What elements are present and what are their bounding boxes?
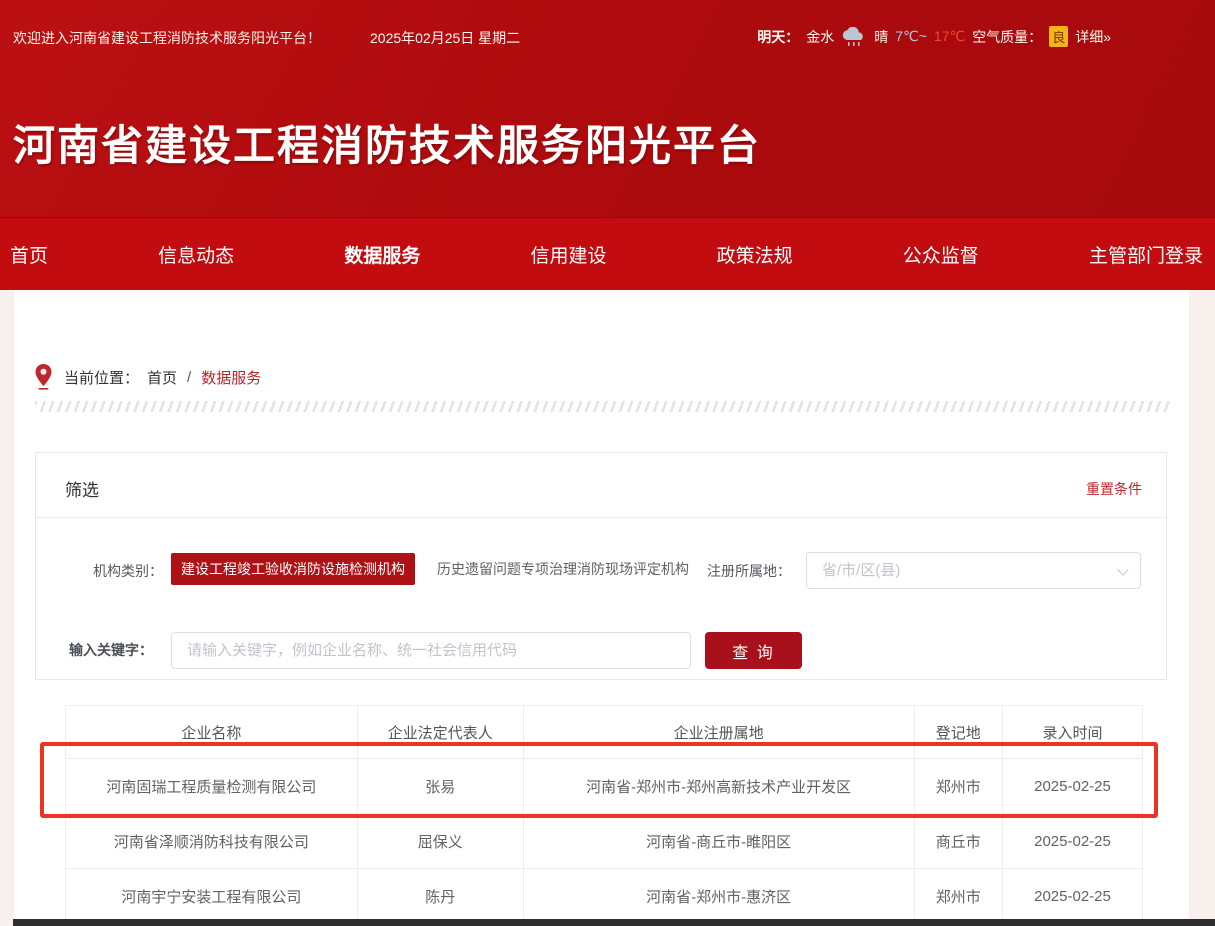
breadcrumb-current-link[interactable]: 数据服务 [201,367,261,388]
breadcrumb-label: 当前位置： [64,367,139,388]
weather-detail-link[interactable]: 详细» [1075,27,1111,47]
region-label: 注册所属地： [707,561,791,581]
table-cell: 河南省-郑州市-郑州高新技术产业开发区 [523,759,914,814]
category-label: 机构类别： [93,561,163,581]
location-pin-icon [35,364,52,390]
table-cell: 郑州市 [914,759,1002,814]
weather-widget: 明天： 金水 晴 7℃~ 17℃ 空气质量： 良 详细» [757,26,1111,47]
breadcrumb-separator: / [187,369,191,386]
search-button[interactable]: 查 询 [705,632,802,669]
topbar: 欢迎进入河南省建设工程消防技术服务阳光平台！ 2025年02月25日 星期二 明… [0,26,1215,48]
filter-header: 筛选 重置条件 [36,453,1166,518]
temp-high: 17℃ [934,28,965,45]
results-table: 企业名称企业法定代表人企业注册属地登记地录入时间 河南固瑞工程质量检测有限公司张… [65,705,1143,924]
table-head: 企业名称企业法定代表人企业注册属地登记地录入时间 [66,706,1143,759]
chevron-down-icon [1119,566,1128,575]
table-cell: 商丘市 [914,814,1002,869]
table-cell: 陈丹 [357,869,523,924]
nav-item-data-service[interactable]: 数据服务 [344,241,420,268]
table-header-row: 企业名称企业法定代表人企业注册属地登记地录入时间 [66,706,1143,759]
air-quality-label: 空气质量： [972,27,1042,47]
temp-low: 7℃~ [895,28,927,45]
column-header: 录入时间 [1002,706,1142,759]
table-cell: 2025-02-25 [1002,869,1142,924]
filter-title: 筛选 [65,476,99,501]
region-select-placeholder: 省/市/区(县) [822,553,900,588]
table-cell: 屈保义 [357,814,523,869]
table-cell: 河南省-商丘市-睢阳区 [523,814,914,869]
column-header: 企业注册属地 [523,706,914,759]
air-quality-badge: 良 [1049,26,1068,47]
table-cell: 河南省泽顺消防科技有限公司 [66,814,358,869]
nav-item-dept-login[interactable]: 主管部门登录 [1089,241,1203,268]
table-cell: 张易 [357,759,523,814]
category-options: 建设工程竣工验收消防设施检测机构历史遗留问题专项治理消防现场评定机构 [171,553,699,585]
nav-item-news[interactable]: 信息动态 [158,241,234,268]
main-nav: 首页 信息动态 数据服务 信用建设 政策法规 公众监督 主管部门登录 [0,217,1215,290]
breadcrumb-home-link[interactable]: 首页 [147,367,177,388]
category-option-assessment-agency[interactable]: 历史遗留问题专项治理消防现场评定机构 [427,553,699,585]
column-header: 企业名称 [66,706,358,759]
page-title: 河南省建设工程消防技术服务阳光平台 [13,112,761,173]
weather-district: 金水 [806,27,834,47]
table-cell: 2025-02-25 [1002,814,1142,869]
weather-condition: 晴 [874,27,888,47]
table-row[interactable]: 河南省泽顺消防科技有限公司屈保义河南省-商丘市-睢阳区商丘市2025-02-25 [66,814,1143,869]
table-cell: 2025-02-25 [1002,759,1142,814]
table-row-highlighted[interactable]: 河南固瑞工程质量检测有限公司张易河南省-郑州市-郑州高新技术产业开发区郑州市20… [66,759,1143,814]
nav-item-home[interactable]: 首页 [10,241,48,268]
nav-item-credit[interactable]: 信用建设 [530,241,606,268]
filter-panel: 筛选 重置条件 机构类别： 建设工程竣工验收消防设施检测机构历史遗留问题专项治理… [35,452,1167,680]
bottom-dark-bar [13,919,1215,926]
table-body: 河南固瑞工程质量检测有限公司张易河南省-郑州市-郑州高新技术产业开发区郑州市20… [66,759,1143,924]
keyword-input[interactable] [171,632,691,669]
table-cell: 河南宇宁安装工程有限公司 [66,869,358,924]
site-header: 欢迎进入河南省建设工程消防技术服务阳光平台！ 2025年02月25日 星期二 明… [0,0,1215,217]
column-header: 登记地 [914,706,1002,759]
weather-tomorrow-label: 明天： [757,27,799,47]
column-header: 企业法定代表人 [357,706,523,759]
nav-item-supervision[interactable]: 公众监督 [903,241,979,268]
breadcrumb: 当前位置： 首页 / 数据服务 [35,364,261,390]
table-cell: 河南省-郑州市-惠济区 [523,869,914,924]
page-right-margin [1189,290,1215,926]
category-option-detection-agency[interactable]: 建设工程竣工验收消防设施检测机构 [171,553,415,585]
slash-divider [35,401,1170,412]
cloud-weather-icon [841,27,867,47]
page-left-margin [0,290,14,926]
reset-filters-link[interactable]: 重置条件 [1086,479,1142,499]
table-cell: 河南固瑞工程质量检测有限公司 [66,759,358,814]
nav-item-policy[interactable]: 政策法规 [717,241,793,268]
date-text: 2025年02月25日 星期二 [370,28,520,48]
table-cell: 郑州市 [914,869,1002,924]
table-row[interactable]: 河南宇宁安装工程有限公司陈丹河南省-郑州市-惠济区郑州市2025-02-25 [66,869,1143,924]
keyword-label: 输入关键字： [69,640,153,660]
region-select[interactable]: 省/市/区(县) [806,552,1141,589]
welcome-text: 欢迎进入河南省建设工程消防技术服务阳光平台！ [13,28,321,48]
